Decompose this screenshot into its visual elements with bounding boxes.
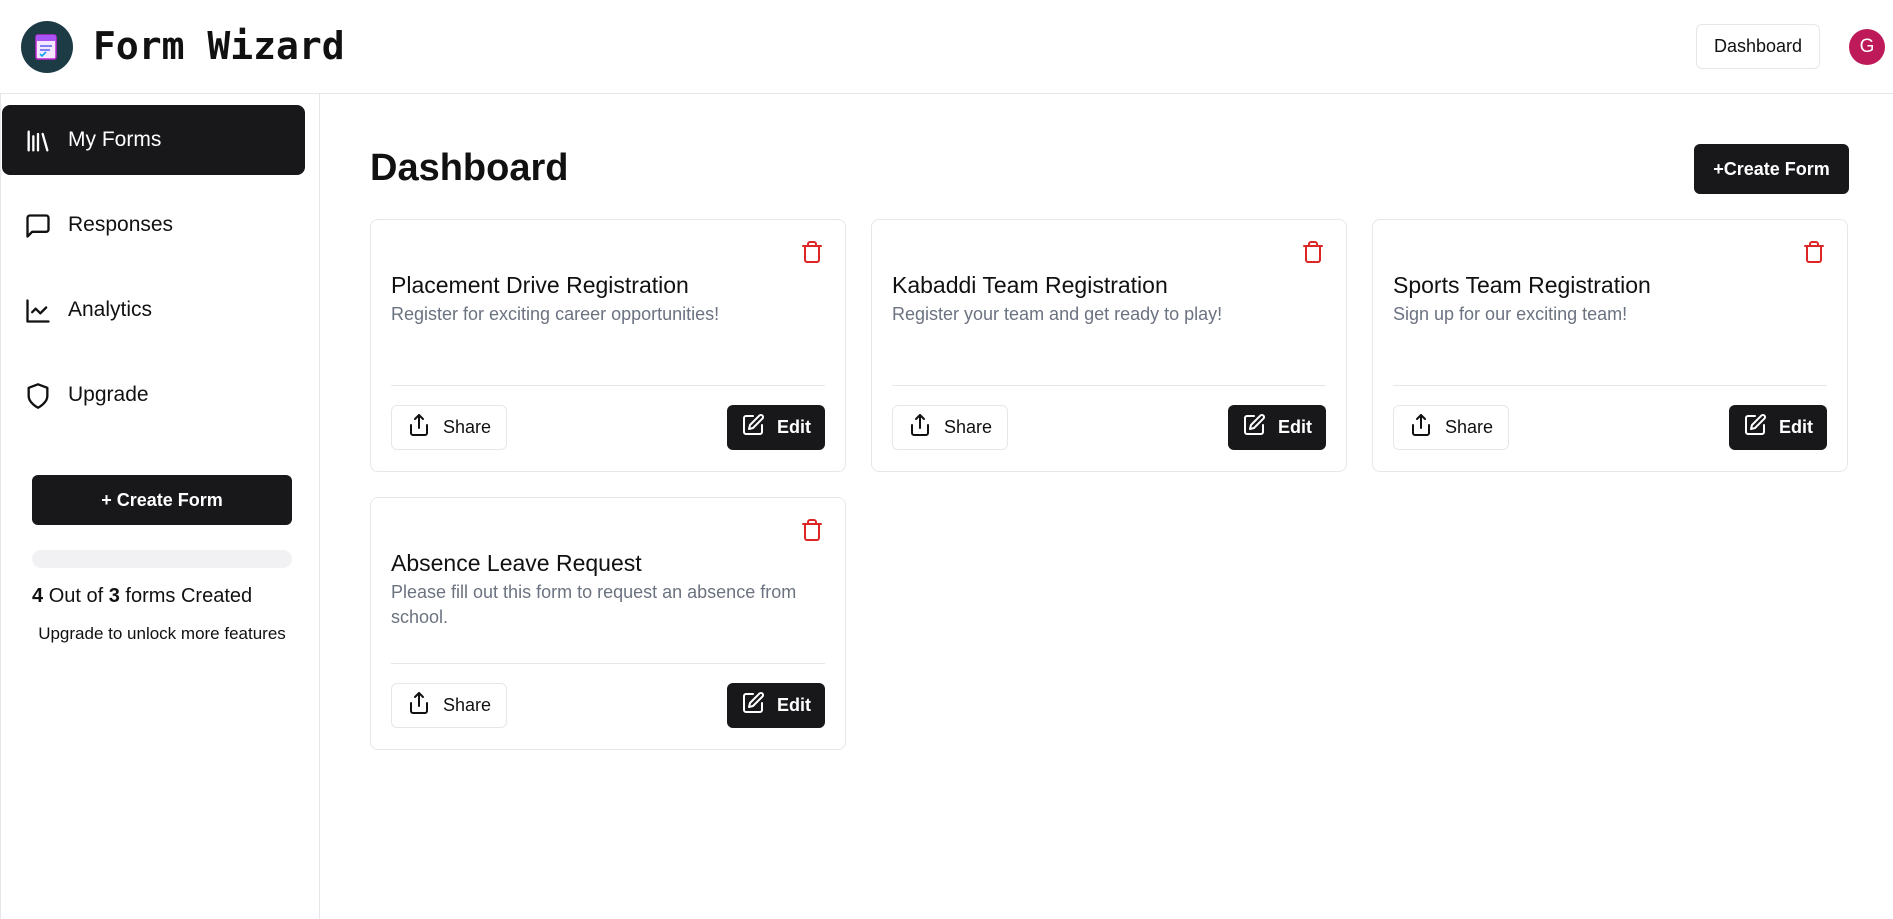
- share-icon: [407, 691, 431, 720]
- form-card: Placement Drive Registration Register fo…: [370, 219, 846, 472]
- card-divider: [391, 663, 825, 664]
- edit-button[interactable]: Edit: [1729, 405, 1827, 450]
- line-chart-icon: [24, 297, 52, 325]
- edit-button[interactable]: Edit: [727, 405, 825, 450]
- forms-usage-text: 4 Out of 3 forms Created: [32, 583, 322, 609]
- card-divider: [892, 385, 1326, 386]
- sidebar-item-label: Responses: [68, 213, 174, 236]
- top-header: Form Wizard Dashboard G: [0, 0, 1893, 94]
- share-button[interactable]: Share: [1393, 405, 1509, 450]
- forms-limit-count: 3: [108, 585, 120, 607]
- delete-button[interactable]: [1801, 240, 1827, 268]
- share-label: Share: [943, 417, 993, 437]
- edit-button[interactable]: Edit: [727, 683, 825, 728]
- edit-label: Edit: [1278, 417, 1312, 437]
- edit-icon: [741, 413, 765, 442]
- sidebar-item-label: Upgrade: [68, 383, 149, 406]
- share-icon: [1409, 413, 1433, 442]
- delete-button[interactable]: [1300, 240, 1326, 268]
- share-button[interactable]: Share: [391, 405, 507, 450]
- page-title: Dashboard: [370, 147, 569, 189]
- library-icon: [24, 127, 52, 155]
- form-card: Sports Team Registration Sign up for our…: [1372, 219, 1848, 472]
- app-logo-icon[interactable]: [21, 21, 73, 73]
- edit-icon: [1743, 413, 1767, 442]
- create-form-button[interactable]: +Create Form: [1694, 144, 1849, 194]
- edit-icon: [1242, 413, 1266, 442]
- share-button[interactable]: Share: [391, 683, 507, 728]
- sidebar-item-label: Analytics: [68, 298, 153, 321]
- avatar[interactable]: G: [1849, 29, 1885, 65]
- form-card-title: Absence Leave Request: [391, 550, 642, 576]
- card-divider: [391, 385, 825, 386]
- share-label: Share: [1444, 417, 1494, 437]
- form-card-description: Register for exciting career opportuniti…: [391, 304, 720, 324]
- edit-button[interactable]: Edit: [1228, 405, 1326, 450]
- form-card-title: Sports Team Registration: [1393, 272, 1651, 298]
- sidebar: My Forms Responses Analytics Upgrade + C…: [0, 94, 320, 919]
- sidebar-item-label: My Forms: [68, 128, 162, 151]
- form-card: Kabaddi Team Registration Register your …: [871, 219, 1347, 472]
- edit-label: Edit: [777, 695, 811, 715]
- forms-usage-end: forms Created: [125, 585, 253, 607]
- shield-icon: [24, 382, 52, 410]
- form-card-description: Please fill out this form to request an …: [391, 582, 797, 627]
- forms-usage-progress: [32, 550, 292, 568]
- edit-label: Edit: [777, 417, 811, 437]
- share-button[interactable]: Share: [892, 405, 1008, 450]
- share-label: Share: [442, 417, 492, 437]
- sidebar-item-upgrade[interactable]: Upgrade: [2, 360, 305, 430]
- card-divider: [1393, 385, 1827, 386]
- delete-button[interactable]: [799, 240, 825, 268]
- trash-icon: [1301, 239, 1325, 270]
- app-title: Form Wizard: [93, 24, 345, 68]
- forms-usage-mid: Out of: [48, 585, 104, 607]
- upgrade-note: Upgrade to unlock more features: [38, 624, 286, 643]
- forms-created-count: 4: [32, 585, 44, 607]
- delete-button[interactable]: [799, 518, 825, 546]
- share-icon: [407, 413, 431, 442]
- message-square-icon: [24, 212, 52, 240]
- share-label: Share: [442, 695, 492, 715]
- form-card-title: Kabaddi Team Registration: [892, 272, 1168, 298]
- form-card-description: Register your team and get ready to play…: [892, 304, 1223, 324]
- dashboard-button[interactable]: Dashboard: [1696, 24, 1820, 69]
- form-card-description: Sign up for our exciting team!: [1393, 304, 1628, 324]
- form-card: Absence Leave Request Please fill out th…: [370, 497, 846, 750]
- form-card-title: Placement Drive Registration: [391, 272, 689, 298]
- share-icon: [908, 413, 932, 442]
- trash-icon: [800, 517, 824, 548]
- edit-icon: [741, 691, 765, 720]
- sidebar-item-analytics[interactable]: Analytics: [2, 275, 305, 345]
- trash-icon: [800, 239, 824, 270]
- trash-icon: [1802, 239, 1826, 270]
- sidebar-item-my-forms[interactable]: My Forms: [2, 105, 305, 175]
- sidebar-item-responses[interactable]: Responses: [2, 190, 305, 260]
- sidebar-create-form-button[interactable]: + Create Form: [32, 475, 292, 525]
- edit-label: Edit: [1779, 417, 1813, 437]
